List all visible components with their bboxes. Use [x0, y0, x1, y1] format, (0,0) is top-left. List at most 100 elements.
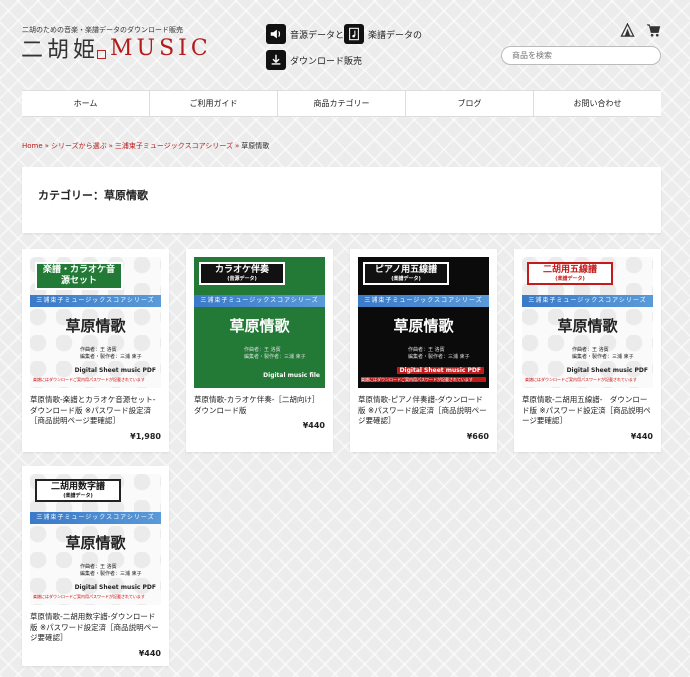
product-card[interactable]: 二胡用数字譜 (楽譜データ) 三浦束子ミュージックスコアシリーズ 草原情歌 作曲… — [22, 466, 169, 666]
nav-home[interactable]: ホーム — [22, 91, 149, 116]
site-header: 二胡のための音楽・楽譜データのダウンロード販売 二胡姫 MUSIC 音源データと… — [0, 0, 690, 90]
tent-icon[interactable] — [620, 22, 635, 42]
product-badge: ピアノ用五線譜 (楽譜データ) — [363, 262, 449, 285]
thumbnail-note: 楽譜にはダウンロードご案内用パスワードが記載されています — [33, 594, 145, 599]
promo-download-text: ダウンロード販売 — [290, 56, 363, 67]
thumbnail-title: 草原情歌 — [393, 317, 454, 335]
promo-download: ダウンロード販売 — [266, 50, 362, 70]
logo-music: MUSIC — [110, 35, 212, 61]
product-thumbnail[interactable]: 二胡用五線譜 (楽譜データ) 三浦束子ミュージックスコアシリーズ 草原情歌 作曲… — [522, 257, 653, 388]
thumbnail-note: 楽譜にはダウンロードご案内用パスワードが記載されています — [525, 377, 637, 382]
product-name[interactable]: 草原情歌-ピアノ伴奏譜-ダウンロード版 ※パスワード設定済［商品説明ページ要確認… — [358, 395, 489, 427]
breadcrumb-separator: » — [234, 142, 240, 150]
product-badge-sub: (楽譜データ) — [63, 493, 93, 499]
promo-audio: 音源データと — [266, 24, 344, 44]
thumbnail-title: 草原情歌 — [65, 317, 126, 335]
thumbnail-credits: 作曲者：王 洛賓 編集者・製作者：三浦 束子 — [80, 347, 142, 361]
credit-editor: 編集者・製作者：三浦 束子 — [80, 354, 142, 360]
product-price: ¥440 — [302, 421, 325, 430]
product-badge-sub: (音源データ) — [227, 276, 257, 282]
nav-contact[interactable]: お問い合わせ — [533, 91, 661, 116]
product-price: ¥440 — [138, 649, 161, 658]
breadcrumb-series[interactable]: シリーズから選ぶ — [51, 142, 107, 150]
promo-score-text: 楽譜データの — [368, 30, 423, 41]
product-badge-sub: (楽譜データ) — [391, 276, 421, 282]
product-badge: 楽譜・カラオケ音源セット — [35, 262, 123, 290]
cart-icon[interactable] — [646, 23, 661, 42]
thumbnail-title: 草原情歌 — [229, 317, 290, 335]
product-thumbnail[interactable]: ピアノ用五線譜 (楽譜データ) 三浦束子ミュージックスコアシリーズ 草原情歌 作… — [358, 257, 489, 388]
thumbnail-credits: 作曲者：王 洛賓 編集者・製作者：三浦 束子 — [244, 347, 306, 361]
logo-kanji: 二胡姫 — [21, 38, 100, 63]
breadcrumb-collection[interactable]: 三浦束子ミュージックスコアシリーズ — [115, 142, 233, 150]
product-badge-text: 楽譜・カラオケ音源セット — [42, 265, 115, 286]
product-badge-sub: (楽譜データ) — [555, 276, 585, 282]
nav-blog[interactable]: ブログ — [405, 91, 533, 116]
thumbnail-credits: 作曲者：王 洛賓 編集者・製作者：三浦 束子 — [80, 564, 142, 578]
credit-composer: 作曲者：王 洛賓 — [408, 347, 445, 353]
product-name[interactable]: 草原情歌-カラオケ伴奏-［二胡向け］ダウンロード版 — [194, 395, 325, 416]
logo-seal — [97, 49, 107, 59]
series-band: 三浦束子ミュージックスコアシリーズ — [194, 295, 325, 307]
site-logo[interactable]: 二胡姫 MUSIC — [21, 35, 212, 64]
product-badge-text: ピアノ用五線譜 — [374, 265, 438, 275]
credit-composer: 作曲者：王 洛賓 — [80, 347, 117, 353]
product-name[interactable]: 草原情歌-二胡用五線譜- ダウンロード版 ※パスワード設定済［商品説明ページ要確… — [522, 395, 653, 427]
product-badge-text: 二胡用五線譜 — [542, 265, 597, 275]
breadcrumb-separator: » — [108, 142, 113, 150]
product-badge: カラオケ伴奏 (音源データ) — [199, 262, 285, 285]
product-badge: 二胡用五線譜 (楽譜データ) — [527, 262, 613, 285]
product-thumbnail[interactable]: 楽譜・カラオケ音源セット 三浦束子ミュージックスコアシリーズ 草原情歌 作曲者：… — [30, 257, 161, 388]
product-thumbnail[interactable]: カラオケ伴奏 (音源データ) 三浦束子ミュージックスコアシリーズ 草原情歌 作曲… — [194, 257, 325, 388]
series-band: 三浦束子ミュージックスコアシリーズ — [522, 295, 653, 307]
product-card[interactable]: ピアノ用五線譜 (楽譜データ) 三浦束子ミュージックスコアシリーズ 草原情歌 作… — [350, 249, 497, 452]
product-thumbnail[interactable]: 二胡用数字譜 (楽譜データ) 三浦束子ミュージックスコアシリーズ 草原情歌 作曲… — [30, 474, 161, 605]
thumbnail-format: Digital music file — [263, 372, 320, 379]
product-card[interactable]: カラオケ伴奏 (音源データ) 三浦束子ミュージックスコアシリーズ 草原情歌 作曲… — [186, 249, 333, 452]
thumbnail-title: 草原情歌 — [557, 317, 618, 335]
series-band: 三浦束子ミュージックスコアシリーズ — [30, 295, 161, 307]
thumbnail-credits: 作曲者：王 洛賓 編集者・製作者：三浦 束子 — [572, 347, 634, 361]
credit-editor: 編集者・製作者：三浦 束子 — [80, 571, 142, 577]
thumbnail-format: Digital Sheet music PDF — [396, 367, 484, 374]
credit-composer: 作曲者：王 洛賓 — [80, 564, 117, 570]
download-icon — [266, 50, 286, 70]
thumbnail-title: 草原情歌 — [65, 534, 126, 552]
breadcrumb-current: 草原情歌 — [241, 142, 270, 150]
search-input[interactable] — [501, 46, 661, 65]
product-card[interactable]: 二胡用五線譜 (楽譜データ) 三浦束子ミュージックスコアシリーズ 草原情歌 作曲… — [514, 249, 661, 452]
credit-editor: 編集者・製作者：三浦 束子 — [572, 354, 634, 360]
product-badge-text: 二胡用数字譜 — [50, 482, 105, 492]
sheet-music-icon — [344, 24, 364, 44]
header-icons — [620, 22, 661, 42]
promo-audio-text: 音源データと — [290, 30, 345, 41]
series-band: 三浦束子ミュージックスコアシリーズ — [30, 512, 161, 524]
thumbnail-note: 楽譜にはダウンロードご案内用パスワードが記載されています — [361, 377, 486, 382]
product-price: ¥440 — [630, 432, 653, 441]
series-band: 三浦束子ミュージックスコアシリーズ — [358, 295, 489, 307]
product-price: ¥1,980 — [130, 432, 161, 441]
product-name[interactable]: 草原情歌-二胡用数字譜-ダウンロード版 ※パスワード設定済［商品説明ページ要確認… — [30, 612, 161, 644]
promo-score: 楽譜データの — [344, 24, 422, 44]
nav-guide[interactable]: ご利用ガイド — [149, 91, 277, 116]
product-price: ¥660 — [466, 432, 489, 441]
breadcrumb-separator: » — [44, 142, 49, 150]
breadcrumb-home[interactable]: Home — [22, 142, 43, 150]
product-card[interactable]: 楽譜・カラオケ音源セット 三浦束子ミュージックスコアシリーズ 草原情歌 作曲者：… — [22, 249, 169, 452]
product-badge-text: カラオケ伴奏 — [214, 265, 269, 275]
breadcrumb: Home» シリーズから選ぶ» 三浦束子ミュージックスコアシリーズ» 草原情歌 — [22, 141, 269, 151]
product-name[interactable]: 草原情歌-楽譜とカラオケ音源セット- ダウンロード版 ※パスワード設定済［商品説… — [30, 395, 163, 427]
thumbnail-format: Digital Sheet music PDF — [566, 367, 648, 374]
thumbnail-credits: 作曲者：王 洛賓 編集者・製作者：三浦 束子 — [408, 347, 470, 361]
credit-editor: 編集者・製作者：三浦 束子 — [244, 354, 306, 360]
credit-composer: 作曲者：王 洛賓 — [244, 347, 281, 353]
page-title: カテゴリー：草原情歌 — [38, 189, 148, 202]
thumbnail-format: Digital Sheet music PDF — [74, 584, 156, 591]
nav-categories[interactable]: 商品カテゴリー — [277, 91, 405, 116]
credit-composer: 作曲者：王 洛賓 — [572, 347, 609, 353]
category-header: カテゴリー：草原情歌 — [22, 167, 661, 233]
credit-editor: 編集者・製作者：三浦 束子 — [408, 354, 470, 360]
thumbnail-format: Digital Sheet music PDF — [74, 367, 156, 374]
product-badge: 二胡用数字譜 (楽譜データ) — [35, 479, 121, 502]
main-nav: ホーム ご利用ガイド 商品カテゴリー ブログ お問い合わせ — [22, 90, 661, 117]
